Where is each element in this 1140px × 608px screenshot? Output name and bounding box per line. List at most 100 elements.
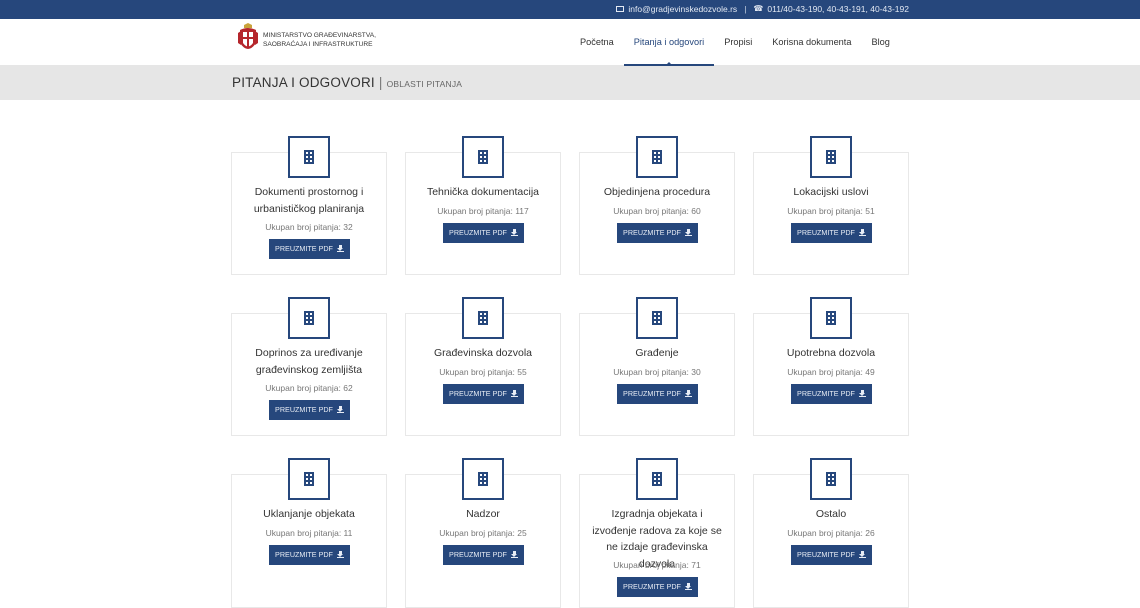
question-count: Ukupan broj pitanja: 117 xyxy=(437,206,529,216)
building-icon xyxy=(288,297,330,339)
building-icon xyxy=(462,297,504,339)
download-pdf-label: PREUZMITE PDF xyxy=(623,389,681,398)
page-title: PITANJA I ODGOVORI | OBLASTI PITANJA xyxy=(232,75,462,90)
building-icon xyxy=(810,136,852,178)
main-nav: Početna Pitanja i odgovori Propisi Koris… xyxy=(570,19,900,66)
download-icon xyxy=(684,390,692,397)
download-pdf-label: PREUZMITE PDF xyxy=(449,389,507,398)
download-icon xyxy=(684,229,692,236)
building-icon xyxy=(462,458,504,500)
category-card: Tehnička dokumentacija Ukupan broj pitan… xyxy=(405,136,561,275)
download-pdf-button[interactable]: PREUZMITE PDF xyxy=(617,223,698,243)
download-pdf-button[interactable]: PREUZMITE PDF xyxy=(443,545,524,565)
download-pdf-button[interactable]: PREUZMITE PDF xyxy=(443,223,524,243)
download-pdf-label: PREUZMITE PDF xyxy=(797,389,855,398)
page-subtitle: OBLASTI PITANJA xyxy=(386,79,463,89)
download-pdf-button[interactable]: PREUZMITE PDF xyxy=(617,577,698,597)
nav-item-blog[interactable]: Blog xyxy=(861,19,899,66)
category-title: Doprinos za uređivanje građevinskog zeml… xyxy=(255,347,363,376)
contact-info: info@gradjevinskedozvole.rs | ☎ 011/40-4… xyxy=(616,4,909,14)
download-pdf-button[interactable]: PREUZMITE PDF xyxy=(791,384,872,404)
nav-item-pocetna[interactable]: Početna xyxy=(570,19,624,66)
page-title-text: PITANJA I ODGOVORI xyxy=(232,75,375,90)
question-count: Ukupan broj pitanja: 71 xyxy=(613,560,701,570)
category-title: Tehnička dokumentacija xyxy=(426,186,540,198)
building-icon xyxy=(636,136,678,178)
question-count: Ukupan broj pitanja: 11 xyxy=(265,528,353,538)
serbian-coat-of-arms-icon xyxy=(238,23,258,49)
category-card: Izgradnja objekata i izvođenje radova za… xyxy=(579,458,735,608)
building-icon xyxy=(288,458,330,500)
download-pdf-button[interactable]: PREUZMITE PDF xyxy=(269,400,350,420)
question-count: Ukupan broj pitanja: 25 xyxy=(439,528,527,538)
category-title: Upotrebna dozvola xyxy=(786,347,876,359)
download-pdf-label: PREUZMITE PDF xyxy=(623,582,681,591)
question-count: Ukupan broj pitanja: 62 xyxy=(265,383,353,393)
phone-icon: ☎ xyxy=(753,4,764,13)
ministry-logo[interactable]: MINISTARSTVO GRAĐEVINARSTVA, SAOBRAĆAJA … xyxy=(238,23,393,57)
download-pdf-button[interactable]: PREUZMITE PDF xyxy=(269,239,350,259)
download-icon xyxy=(510,551,518,558)
download-pdf-button[interactable]: PREUZMITE PDF xyxy=(791,545,872,565)
page-title-bar: PITANJA I ODGOVORI | OBLASTI PITANJA xyxy=(0,66,1140,100)
download-icon xyxy=(336,406,344,413)
download-icon xyxy=(858,390,866,397)
download-pdf-label: PREUZMITE PDF xyxy=(449,550,507,559)
question-count: Ukupan broj pitanja: 32 xyxy=(265,222,353,232)
question-count: Ukupan broj pitanja: 60 xyxy=(613,206,701,216)
category-card: Ostalo Ukupan broj pitanja: 26 PREUZMITE… xyxy=(753,458,909,608)
category-title: Objedinjena procedura xyxy=(603,186,711,198)
category-card: Uklanjanje objekata Ukupan broj pitanja:… xyxy=(231,458,387,608)
download-pdf-label: PREUZMITE PDF xyxy=(275,405,333,414)
title-separator: | xyxy=(378,75,383,90)
category-title: Ostalo xyxy=(815,508,847,520)
top-contact-bar: info@gradjevinskedozvole.rs | ☎ 011/40-4… xyxy=(0,0,1140,19)
download-pdf-label: PREUZMITE PDF xyxy=(449,228,507,237)
category-card: Dokumenti prostornog i urbanističkog pla… xyxy=(231,136,387,275)
download-pdf-button[interactable]: PREUZMITE PDF xyxy=(269,545,350,565)
category-card: Doprinos za uređivanje građevinskog zeml… xyxy=(231,297,387,436)
envelope-icon xyxy=(616,6,625,12)
download-icon xyxy=(510,229,518,236)
ministry-name-line-2: SAOBRAĆAJA I INFRASTRUKTURE xyxy=(263,41,373,48)
download-icon xyxy=(858,551,866,558)
contact-email[interactable]: info@gradjevinskedozvole.rs xyxy=(628,4,737,14)
nav-item-pitanja-i-odgovori[interactable]: Pitanja i odgovori xyxy=(623,19,715,66)
download-icon xyxy=(858,229,866,236)
category-title: Dokumenti prostornog i urbanističkog pla… xyxy=(253,186,365,215)
category-card: Građevinska dozvola Ukupan broj pitanja:… xyxy=(405,297,561,436)
nav-item-propisi[interactable]: Propisi xyxy=(714,19,762,66)
contact-phones: 011/40-43-190, 40-43-191, 40-43-192 xyxy=(767,4,909,14)
question-count: Ukupan broj pitanja: 26 xyxy=(787,528,875,538)
building-icon xyxy=(462,136,504,178)
category-card: Građenje Ukupan broj pitanja: 30 PREUZMI… xyxy=(579,297,735,436)
nav-item-korisna-dokumenta[interactable]: Korisna dokumenta xyxy=(762,19,861,66)
category-title: Građenje xyxy=(635,347,679,359)
download-pdf-button[interactable]: PREUZMITE PDF xyxy=(443,384,524,404)
category-card: Lokacijski uslovi Ukupan broj pitanja: 5… xyxy=(753,136,909,275)
question-count: Ukupan broj pitanja: 30 xyxy=(613,367,701,377)
question-count: Ukupan broj pitanja: 49 xyxy=(787,367,875,377)
download-pdf-label: PREUZMITE PDF xyxy=(797,228,855,237)
ministry-name-line-1: MINISTARSTVO GRAĐEVINARSTVA, xyxy=(263,32,376,39)
ministry-name: MINISTARSTVO GRAĐEVINARSTVA, SAOBRAĆAJA … xyxy=(263,31,393,49)
category-title: Građevinska dozvola xyxy=(433,347,533,359)
category-card: Upotrebna dozvola Ukupan broj pitanja: 4… xyxy=(753,297,909,436)
download-pdf-label: PREUZMITE PDF xyxy=(275,244,333,253)
building-icon xyxy=(636,458,678,500)
building-icon xyxy=(288,136,330,178)
download-pdf-button[interactable]: PREUZMITE PDF xyxy=(791,223,872,243)
category-card: Objedinjena procedura Ukupan broj pitanj… xyxy=(579,136,735,275)
download-pdf-label: PREUZMITE PDF xyxy=(623,228,681,237)
building-icon xyxy=(810,458,852,500)
download-icon xyxy=(336,245,344,252)
category-card: Nadzor Ukupan broj pitanja: 25 PREUZMITE… xyxy=(405,458,561,608)
download-pdf-button[interactable]: PREUZMITE PDF xyxy=(617,384,698,404)
download-pdf-label: PREUZMITE PDF xyxy=(275,550,333,559)
download-icon xyxy=(510,390,518,397)
download-icon xyxy=(336,551,344,558)
site-header: MINISTARSTVO GRAĐEVINARSTVA, SAOBRAĆAJA … xyxy=(0,19,1140,66)
category-title: Lokacijski uslovi xyxy=(793,186,869,198)
question-count: Ukupan broj pitanja: 55 xyxy=(439,367,527,377)
download-pdf-label: PREUZMITE PDF xyxy=(797,550,855,559)
